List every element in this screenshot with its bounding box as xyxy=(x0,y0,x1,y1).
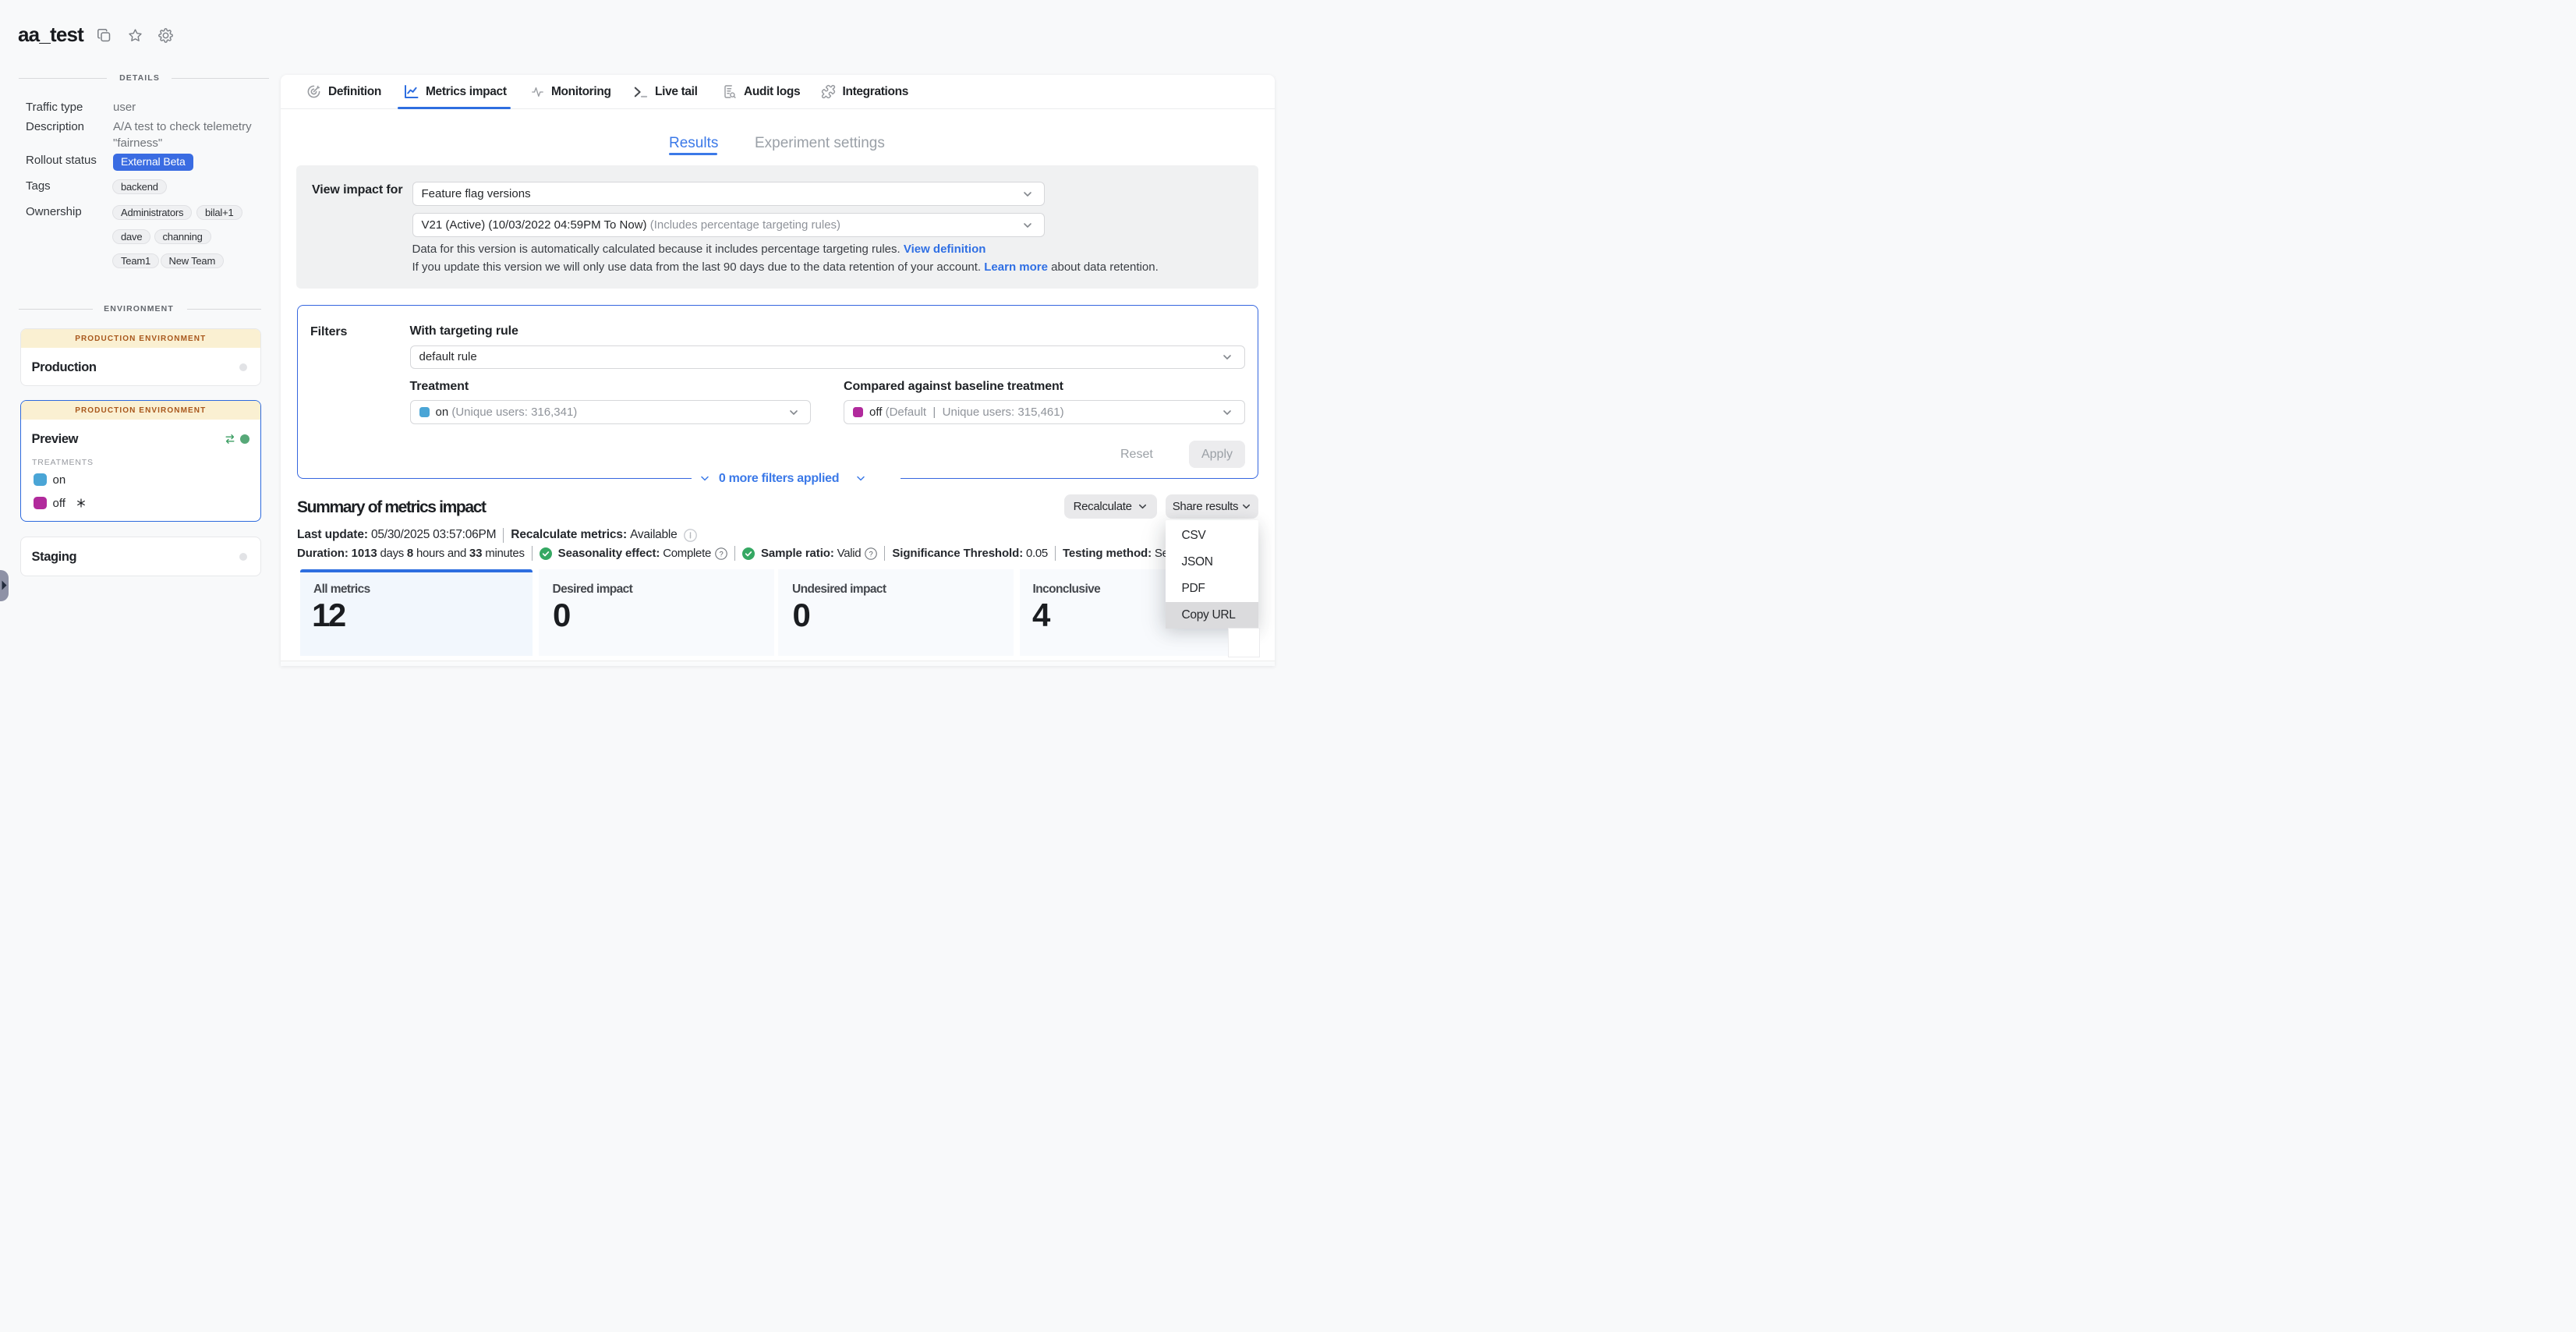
svg-text:?: ? xyxy=(720,549,724,558)
svg-text:?: ? xyxy=(869,549,873,558)
